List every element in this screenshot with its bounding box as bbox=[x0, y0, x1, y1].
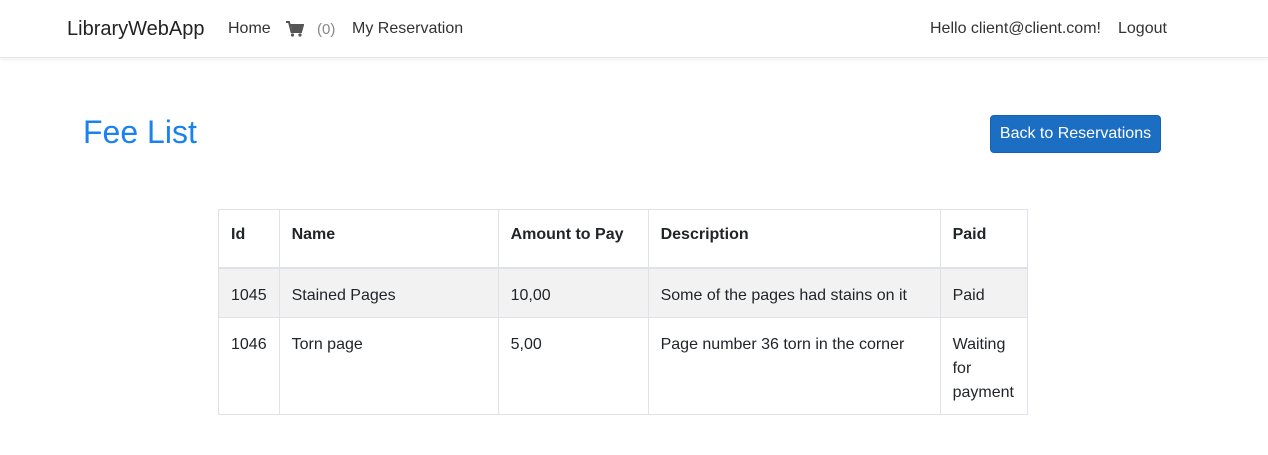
table-header-row: Id Name Amount to Pay Description Paid bbox=[218, 209, 1028, 269]
cell-description: Some of the pages had stains on it bbox=[647, 267, 941, 318]
header-paid: Paid bbox=[939, 209, 1028, 269]
back-to-reservations-button[interactable]: Back to Reservations bbox=[990, 115, 1161, 153]
cell-paid: Paid bbox=[939, 267, 1028, 318]
cell-paid: Waiting for payment bbox=[939, 317, 1028, 415]
cell-description: Page number 36 torn in the corner bbox=[647, 317, 941, 415]
cell-name: Torn page bbox=[278, 317, 499, 415]
logout-link[interactable]: Logout bbox=[1118, 20, 1167, 38]
cell-name: Stained Pages bbox=[278, 267, 499, 318]
brand-link[interactable]: LibraryWebApp bbox=[67, 18, 204, 41]
page-title: Fee List bbox=[83, 114, 197, 150]
user-greeting[interactable]: Hello client@client.com! bbox=[930, 20, 1101, 38]
cart-count: (0) bbox=[317, 20, 336, 38]
table-row: 1045 Stained Pages 10,00 Some of the pag… bbox=[218, 267, 1028, 318]
cell-amount: 10,00 bbox=[497, 267, 649, 318]
header-id: Id bbox=[218, 209, 280, 269]
header-amount: Amount to Pay bbox=[497, 209, 649, 269]
cart-link[interactable]: (0) bbox=[286, 19, 335, 39]
cell-id: 1046 bbox=[218, 317, 280, 415]
table-row: 1046 Torn page 5,00 Page number 36 torn … bbox=[218, 317, 1028, 415]
nav-home-link[interactable]: Home bbox=[228, 20, 271, 38]
nav-reservation-link[interactable]: My Reservation bbox=[352, 20, 463, 38]
cell-id: 1045 bbox=[218, 267, 280, 318]
shopping-cart-icon bbox=[286, 21, 304, 37]
cell-amount: 5,00 bbox=[497, 317, 649, 415]
navbar: LibraryWebApp Home (0) My Reservation He… bbox=[0, 0, 1268, 58]
fee-table: Id Name Amount to Pay Description Paid 1… bbox=[218, 209, 1028, 415]
header-name: Name bbox=[278, 209, 499, 269]
header-description: Description bbox=[647, 209, 941, 269]
